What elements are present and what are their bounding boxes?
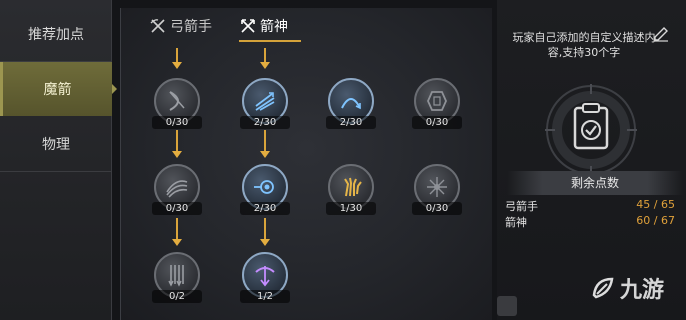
- watermark-text: 九游: [620, 278, 665, 303]
- talent-points-label: 2/30: [326, 116, 376, 129]
- tab-arrow-god[interactable]: 箭神: [239, 16, 288, 36]
- down-arrow-icon: [260, 151, 270, 158]
- down-arrow-icon: [172, 62, 182, 69]
- talent-category-sidebar: 推荐加点 魔箭 物理: [0, 0, 112, 320]
- talent-points-label: 0/30: [412, 116, 462, 129]
- remaining-points-row: 弓箭手 45 / 65: [505, 198, 675, 214]
- triple-arrow-icon: [255, 92, 275, 111]
- bow-icon: [169, 91, 185, 111]
- talent-points-label: 2/30: [240, 116, 290, 129]
- edit-pencil-icon[interactable]: [653, 26, 669, 42]
- active-indicator-arrow: [112, 84, 117, 94]
- talent-points-label: 0/30: [152, 116, 202, 129]
- down-arrow-icon: [260, 62, 270, 69]
- row-label: 弓箭手: [505, 200, 538, 213]
- talent-points-label: 1/30: [326, 202, 376, 215]
- sidebar-item-physical[interactable]: 物理: [0, 116, 112, 172]
- remaining-points-title: 剩余点数: [507, 171, 683, 195]
- down-arrow-icon: [260, 239, 270, 246]
- arc-arrow-icon: [341, 98, 361, 110]
- sidebar-item-label: 魔箭: [43, 82, 72, 98]
- rune-shield-icon: [427, 91, 447, 111]
- sidebar-item-recommended[interactable]: 推荐加点: [0, 6, 112, 62]
- row-label: 箭神: [505, 216, 527, 229]
- active-tab-underline: [239, 40, 301, 42]
- burst-icon: [427, 177, 447, 197]
- leaf-logo-icon: [592, 277, 614, 299]
- wind-slash-icon: [166, 180, 188, 198]
- crossed-bows-icon: [150, 19, 165, 33]
- crossbow-icon: [255, 266, 275, 287]
- row-value: 60 / 67: [636, 214, 675, 227]
- down-arrow-icon: [172, 239, 182, 246]
- talent-points-label: 0/30: [412, 202, 462, 215]
- watermark-logo: 九游: [590, 272, 664, 304]
- talent-points-label: 0/2: [152, 290, 202, 303]
- talent-tree-panel: 弓箭手 箭神 0/30 2/30 2/30 0/30 0/30 2/30 1/3…: [120, 8, 492, 320]
- tab-label: 箭神: [260, 19, 288, 35]
- spiral-arrow-icon: [254, 180, 274, 194]
- golden-claw-icon: [344, 177, 362, 197]
- talent-points-label: 1/2: [240, 290, 290, 303]
- tab-archer[interactable]: 弓箭手: [149, 16, 212, 36]
- sidebar-item-label: 物理: [42, 136, 70, 153]
- confirm-button[interactable]: [497, 296, 517, 316]
- down-arrow-icon: [172, 151, 182, 158]
- sidebar-item-label: 推荐加点: [28, 26, 84, 43]
- tab-label: 弓箭手: [170, 19, 212, 35]
- row-value: 45 / 65: [636, 198, 675, 211]
- talent-points-label: 2/30: [240, 202, 290, 215]
- arrow-rain-icon: [168, 265, 184, 287]
- custom-description: 玩家自己添加的自定义描述内容,支持30个字: [512, 31, 656, 59]
- crossed-arrows-icon: [241, 19, 255, 33]
- remaining-points-row: 箭神 60 / 67: [505, 214, 675, 230]
- sidebar-item-magic-arrow[interactable]: 魔箭: [0, 62, 112, 116]
- talent-points-label: 0/30: [152, 202, 202, 215]
